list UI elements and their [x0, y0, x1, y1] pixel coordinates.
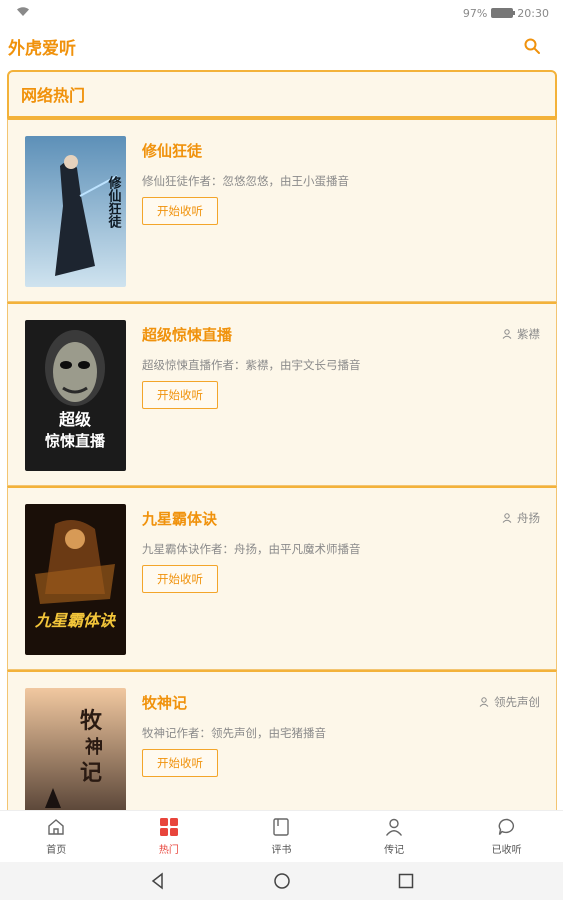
book-card[interactable]: 超级 惊悚直播 超级惊悚直播 超级惊悚直播作者：紫襟，由宇文长弓播音 开始收听 …: [7, 302, 557, 486]
book-description: 牧神记作者：领先声创，由宅猪播音: [142, 726, 326, 740]
book-title[interactable]: 超级惊悚直播: [142, 324, 540, 345]
book-description: 超级惊悚直播作者：紫襟，由宇文长弓播音: [142, 358, 361, 372]
person-icon: [502, 329, 512, 339]
book-description: 九星霸体诀作者：舟扬，由平凡魔术师播音: [142, 542, 361, 556]
svg-text:修仙狂徒: 修仙狂徒: [106, 175, 123, 229]
chat-icon: [498, 818, 514, 835]
author-tag: 紫襟: [502, 326, 540, 342]
nav-label: 热门: [158, 845, 179, 856]
section-title: 网络热门: [21, 86, 86, 105]
book-info: 九星霸体诀 九星霸体诀作者：舟扬，由平凡魔术师播音 开始收听 舟扬: [142, 504, 540, 655]
bottom-nav: 首页 热门 评书 传记 已收听: [0, 810, 563, 862]
book-cover[interactable]: 牧 神 记: [25, 688, 126, 810]
svg-text:神: 神: [85, 736, 103, 758]
book-card[interactable]: 修仙狂徒 修仙狂徒 修仙狂徒作者：忽悠忽悠，由王小蛋播音 开始收听: [7, 118, 557, 302]
start-listening-button[interactable]: 开始收听: [142, 197, 218, 225]
start-listening-button[interactable]: 开始收听: [142, 749, 218, 777]
home-icon: [48, 819, 64, 835]
start-listening-button[interactable]: 开始收听: [142, 565, 218, 593]
battery-icon: [491, 8, 516, 18]
clock: 20:30: [517, 6, 549, 20]
nav-label: 已收听: [491, 845, 522, 856]
author-name: 舟扬: [517, 511, 540, 525]
book-info: 牧神记 牧神记作者：领先声创，由宅猪播音 开始收听 领先声创: [142, 688, 540, 810]
book-info: 超级惊悚直播 超级惊悚直播作者：紫襟，由宇文长弓播音 开始收听 紫襟: [142, 320, 540, 471]
author-tag: 舟扬: [502, 510, 540, 526]
author-tag: 领先声创: [479, 694, 540, 710]
nav-home[interactable]: 首页: [0, 811, 113, 862]
book-cover[interactable]: 修仙狂徒: [25, 136, 126, 287]
book-info: 修仙狂徒 修仙狂徒作者：忽悠忽悠，由王小蛋播音 开始收听: [142, 136, 540, 287]
book-cover[interactable]: 九星霸体诀: [25, 504, 126, 655]
author-name: 紫襟: [517, 327, 540, 341]
back-triangle-icon: [151, 872, 163, 890]
nav-hot[interactable]: 热门: [113, 811, 226, 862]
home-circle-icon: [273, 873, 290, 889]
back-button[interactable]: [146, 869, 170, 893]
author-name: 领先声创: [494, 695, 540, 709]
system-nav-bar: [0, 862, 563, 900]
book-icon: [273, 818, 290, 836]
svg-text:超级: 超级: [58, 410, 92, 429]
nav-label: 传记: [384, 845, 405, 856]
search-button[interactable]: [521, 35, 543, 57]
book-title[interactable]: 修仙狂徒: [142, 140, 540, 161]
svg-text:九星霸体诀: 九星霸体诀: [34, 611, 117, 630]
book-card[interactable]: 牧 神 记 牧神记 牧神记作者：领先声创，由宅猪播音 开始收听 领先声创: [7, 670, 557, 810]
book-cover[interactable]: 超级 惊悚直播: [25, 320, 126, 471]
recents-button[interactable]: [394, 869, 418, 893]
grid-icon: [159, 818, 178, 836]
app-bar: 外虎爱听: [0, 26, 563, 66]
book-title[interactable]: 九星霸体诀: [142, 508, 540, 529]
svg-text:牧: 牧: [80, 708, 103, 734]
home-button[interactable]: [270, 869, 294, 893]
book-card[interactable]: 九星霸体诀 九星霸体诀 九星霸体诀作者：舟扬，由平凡魔术师播音 开始收听 舟扬: [7, 486, 557, 670]
book-description: 修仙狂徒作者：忽悠忽悠，由王小蛋播音: [142, 174, 349, 188]
book-list: 网络热门 修仙狂徒 修仙狂徒 修仙狂徒作者：忽悠忽悠，由王小蛋播音 开始收听 超…: [7, 70, 557, 810]
person-icon: [386, 818, 403, 836]
wifi-icon: [16, 6, 30, 20]
app-title: 外虎爱听: [8, 38, 76, 59]
svg-text:记: 记: [80, 761, 102, 786]
person-icon: [502, 513, 512, 523]
svg-text:惊悚直播: 惊悚直播: [45, 432, 106, 450]
status-bar: 97% 20:30: [0, 0, 563, 26]
person-icon: [479, 697, 489, 707]
recents-square-icon: [398, 873, 413, 889]
nav-listened[interactable]: 已收听: [450, 811, 563, 862]
battery-percent: 97%: [462, 6, 488, 20]
start-listening-button[interactable]: 开始收听: [142, 381, 218, 409]
search-icon: [524, 38, 540, 54]
nav-biography[interactable]: 传记: [338, 811, 451, 862]
nav-label: 评书: [271, 845, 292, 856]
section-header: 网络热门: [7, 70, 557, 118]
nav-storytelling[interactable]: 评书: [225, 811, 338, 862]
nav-label: 首页: [46, 845, 67, 856]
